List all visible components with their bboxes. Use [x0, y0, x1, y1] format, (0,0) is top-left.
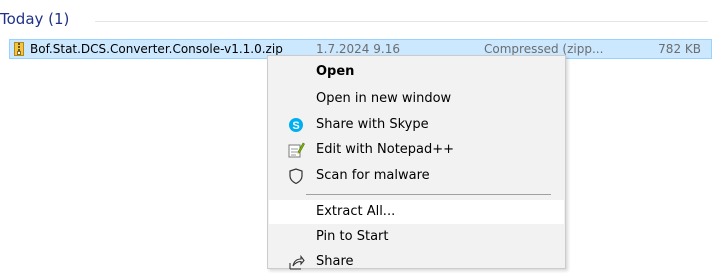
menu-item-label: Edit with Notepad++: [316, 142, 455, 157]
menu-item-edit-with-notepadplusplus[interactable]: Edit with Notepad++: [269, 138, 564, 162]
group-header-today[interactable]: Today (1): [0, 10, 718, 32]
menu-item-label: Share with Skype: [316, 117, 429, 132]
file-name[interactable]: Bof.Stat.DCS.Converter.Console-v1.1.0.zi…: [30, 42, 283, 56]
menu-item-scan-for-malware[interactable]: Scan for malware: [269, 164, 564, 188]
group-title[interactable]: Today (1): [0, 10, 69, 28]
menu-item-label: Extract All...: [316, 204, 396, 219]
menu-item-pin-to-start[interactable]: Pin to Start: [269, 225, 564, 249]
menu-item-label: Open in new window: [316, 91, 452, 106]
menu-item-open-new-window[interactable]: Open in new window: [269, 87, 564, 111]
menu-separator: [306, 194, 551, 195]
share-icon: [287, 253, 305, 271]
shield-icon: [287, 167, 305, 185]
file-type: Compressed (zipp...: [484, 42, 604, 56]
context-menu: Open Open in new window S Share with Sky…: [267, 55, 566, 270]
file-size: 782 KB: [658, 42, 701, 56]
menu-item-label: Share: [316, 254, 354, 269]
skype-icon: S: [287, 116, 305, 134]
menu-item-share[interactable]: Share: [269, 250, 564, 274]
menu-item-extract-all[interactable]: Extract All...: [269, 200, 564, 224]
menu-item-share-with-skype[interactable]: S Share with Skype: [269, 113, 564, 137]
zip-file-icon: [14, 42, 24, 56]
svg-text:S: S: [292, 120, 299, 132]
menu-item-open[interactable]: Open: [269, 60, 564, 84]
menu-item-label: Scan for malware: [316, 168, 430, 183]
file-date-modified: 1.7.2024 9.16: [316, 42, 400, 56]
notepadplusplus-icon: [287, 141, 305, 159]
menu-item-label: Open: [316, 64, 355, 79]
group-divider: [95, 21, 708, 22]
menu-item-label: Pin to Start: [316, 229, 389, 244]
